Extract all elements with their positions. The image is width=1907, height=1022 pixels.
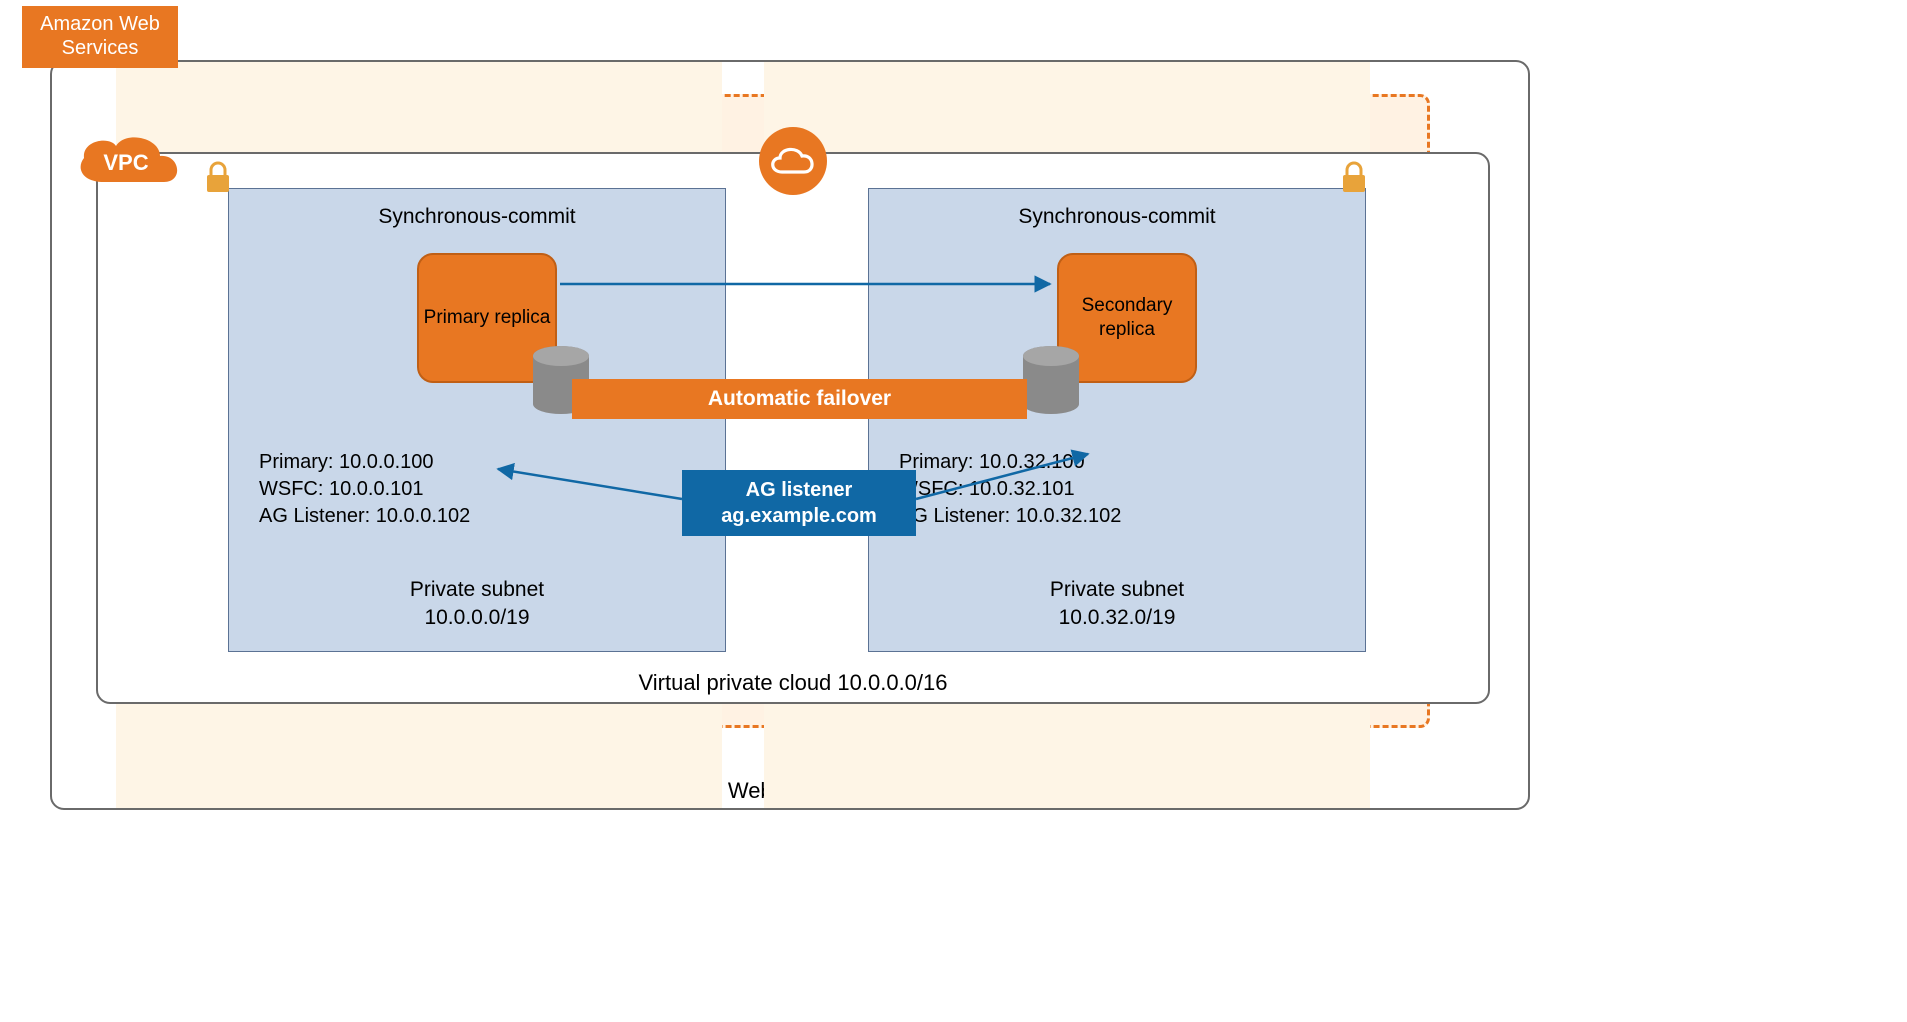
- subnet-1-label: Private subnet 10.0.0.0/19: [410, 576, 544, 631]
- ip-addresses-1: Primary: 10.0.0.100 WSFC: 10.0.0.101 AG …: [259, 449, 470, 530]
- primary-ip-2: Primary: 10.0.32.100: [899, 449, 1121, 476]
- ag-listener-host: ag.example.com: [721, 503, 877, 529]
- secondary-replica-label: Secondary replica: [1059, 294, 1195, 342]
- failover-label: Automatic failover: [708, 387, 891, 411]
- primary-replica-label: Primary replica: [424, 306, 551, 330]
- database-icon: [1019, 344, 1083, 423]
- private-subnet-1: Synchronous-commit Primary replica Prima…: [228, 188, 726, 652]
- ip-addresses-2: Primary: 10.0.32.100 WSFC: 10.0.32.101 A…: [899, 449, 1121, 530]
- ag-listener-ip-2: AG Listener: 10.0.32.102: [899, 503, 1121, 530]
- wsfc-ip-2: WSFC: 10.0.32.101: [899, 476, 1121, 503]
- ag-listener-ip-1: AG Listener: 10.0.0.102: [259, 503, 470, 530]
- aws-cloud-tag: Amazon Web Services: [22, 6, 178, 68]
- primary-ip-1: Primary: 10.0.0.100: [259, 449, 470, 476]
- cloud-icon: [758, 126, 828, 201]
- private-subnet-2: Synchronous-commit Secondary replica Pri…: [868, 188, 1366, 652]
- vpc-box: VPC Virtual private cloud 10.0.0.0/16 Sy…: [96, 152, 1490, 704]
- subnet-2-name: Private subnet: [1050, 576, 1184, 603]
- architecture-diagram: Amazon Web Services Amazon Web Services …: [50, 60, 1530, 810]
- vpc-icon: VPC: [68, 132, 188, 201]
- subnet-1-name: Private subnet: [410, 576, 544, 603]
- subnet-2-label: Private subnet 10.0.32.0/19: [1050, 576, 1184, 631]
- lock-icon: [1339, 161, 1369, 200]
- ag-listener-box: AG listener ag.example.com: [682, 470, 916, 536]
- svg-text:VPC: VPC: [103, 150, 148, 175]
- wsfc-ip-1: WSFC: 10.0.0.101: [259, 476, 470, 503]
- region-box: Amazon Web Services Region Availability …: [50, 60, 1530, 810]
- subnet-2-cidr: 10.0.32.0/19: [1050, 604, 1184, 631]
- vpc-label: Virtual private cloud 10.0.0.0/16: [638, 670, 947, 696]
- ag-listener-title: AG listener: [746, 477, 853, 503]
- automatic-failover-bar: Automatic failover: [572, 379, 1027, 419]
- commit-mode-1: Synchronous-commit: [229, 205, 725, 229]
- subnet-1-cidr: 10.0.0.0/19: [410, 604, 544, 631]
- lock-icon: [203, 161, 233, 200]
- commit-mode-2: Synchronous-commit: [869, 205, 1365, 229]
